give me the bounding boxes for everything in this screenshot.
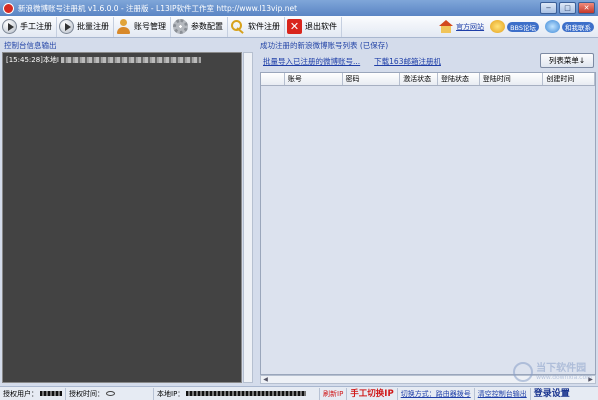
column-header-account[interactable]: 账号	[285, 73, 343, 85]
main-toolbar: 手工注册 批量注册 账号管理 参数配置 软件注册 ✕ 退出软件 官方网站 BBS…	[0, 16, 598, 38]
exit-button[interactable]: ✕ 退出软件	[285, 16, 342, 37]
settings-button[interactable]: 参数配置	[171, 16, 228, 37]
scroll-left-icon[interactable]: ◀	[261, 376, 270, 383]
column-header-password[interactable]: 密码	[343, 73, 401, 85]
clear-console-link[interactable]: 清空控制台输出	[475, 387, 531, 400]
console-line: [15:45:28]本地I	[6, 55, 238, 65]
redacted-text	[186, 391, 307, 396]
column-header-login-time[interactable]: 登陆时间	[480, 73, 544, 85]
list-menu-button[interactable]: 列表菜单↓	[540, 53, 594, 68]
auth-time: 授权时间：	[66, 387, 154, 400]
app-logo-icon	[3, 2, 14, 14]
watermark: 当下软件园 www.downxia.com	[513, 362, 592, 382]
software-register-button[interactable]: 软件注册	[228, 16, 285, 37]
refresh-ip-button[interactable]: 刷新IP	[320, 387, 348, 400]
account-manage-button[interactable]: 账号管理	[114, 16, 171, 37]
column-header-activation[interactable]: 激活状态	[400, 73, 438, 85]
batch-register-button[interactable]: 批量注册	[57, 16, 114, 37]
manual-register-button[interactable]: 手工注册	[0, 16, 57, 37]
window-controls: − □ ✕	[540, 2, 595, 14]
account-manage-label: 账号管理	[134, 22, 166, 31]
home-icon	[439, 20, 454, 33]
close-button[interactable]: ✕	[578, 2, 595, 14]
official-site-label: 官方网站	[456, 22, 485, 31]
column-header-select[interactable]	[261, 73, 285, 85]
console-panel-title: 控制台信息输出	[4, 41, 57, 50]
batch-register-label: 批量注册	[77, 22, 109, 31]
manual-switch-ip-button[interactable]: 手工切换IP	[347, 387, 398, 400]
contact-icon	[545, 20, 560, 33]
watermark-url: www.downxia.com	[536, 374, 592, 381]
watermark-name: 当下软件园	[536, 363, 587, 374]
auth-time-label: 授权时间：	[69, 389, 104, 398]
toolbar-links: 官方网站 BBS论坛 和我联系	[439, 20, 594, 33]
settings-label: 参数配置	[191, 22, 223, 31]
auth-user-label: 授权用户：	[3, 389, 38, 398]
redacted-text	[60, 57, 201, 63]
status-bar: 授权用户： 授权时间： 本地IP： 刷新IP 手工切换IP 切换方式：路由器拨号…	[0, 386, 598, 400]
software-register-label: 软件注册	[248, 22, 280, 31]
column-header-create-time[interactable]: 创建时间	[543, 73, 595, 85]
maximize-button[interactable]: □	[559, 2, 576, 14]
login-settings-button[interactable]: 登录设置	[531, 388, 573, 400]
watermark-logo-icon	[513, 362, 534, 382]
local-ip-label: 本地IP：	[157, 389, 185, 398]
play-icon	[2, 19, 17, 34]
manual-register-label: 手工注册	[20, 22, 52, 31]
contact-link[interactable]: 和我联系	[545, 20, 594, 33]
badge-icon	[490, 20, 506, 33]
console-line-time: [15:45:28]	[6, 56, 43, 64]
user-icon	[116, 19, 131, 34]
account-list-links: 批量导入已注册的微博账号... 下载163邮箱注册机	[263, 56, 441, 67]
key-icon	[230, 19, 245, 34]
console-scrollbar[interactable]	[243, 52, 253, 383]
exit-icon: ✕	[287, 19, 302, 34]
play-icon	[59, 19, 74, 34]
exit-label: 退出软件	[305, 22, 337, 31]
gear-icon	[173, 19, 188, 34]
account-grid[interactable]: 账号 密码 激活状态 登陆状态 登陆时间 创建时间	[260, 72, 596, 375]
eye-icon[interactable]	[106, 391, 115, 396]
account-list-panel: 成功注册的新浪微博账号列表 (已保存) 批量导入已注册的微博账号... 下载16…	[258, 40, 598, 384]
title-bar: 新浪微博账号注册机 v1.6.0.0 - 注册版 - L13IP软件工作室 ht…	[0, 0, 598, 16]
local-ip: 本地IP：	[154, 387, 320, 400]
console-output[interactable]: [15:45:28]本地I	[2, 52, 242, 383]
contact-label: 和我联系	[562, 21, 594, 32]
auth-user: 授权用户：	[0, 387, 66, 400]
bbs-label: BBS论坛	[507, 21, 539, 32]
grid-header: 账号 密码 激活状态 登陆状态 登陆时间 创建时间	[261, 73, 595, 86]
console-panel: 控制台信息输出 [15:45:28]本地I	[2, 40, 254, 384]
account-list-title: 成功注册的新浪微博账号列表 (已保存)	[260, 41, 389, 50]
window-title: 新浪微博账号注册机 v1.6.0.0 - 注册版 - L13IP软件工作室 ht…	[18, 3, 298, 13]
minimize-button[interactable]: −	[540, 2, 557, 14]
column-header-login-status[interactable]: 登陆状态	[438, 73, 480, 85]
switch-mode-link[interactable]: 切换方式：路由器拨号	[398, 387, 475, 400]
bbs-link[interactable]: BBS论坛	[490, 20, 539, 33]
download-163-link[interactable]: 下载163邮箱注册机	[374, 56, 441, 67]
import-accounts-link[interactable]: 批量导入已注册的微博账号...	[263, 56, 360, 67]
console-line-text: 本地I	[42, 56, 59, 64]
redacted-text	[40, 391, 62, 396]
official-site-link[interactable]: 官方网站	[439, 20, 484, 33]
